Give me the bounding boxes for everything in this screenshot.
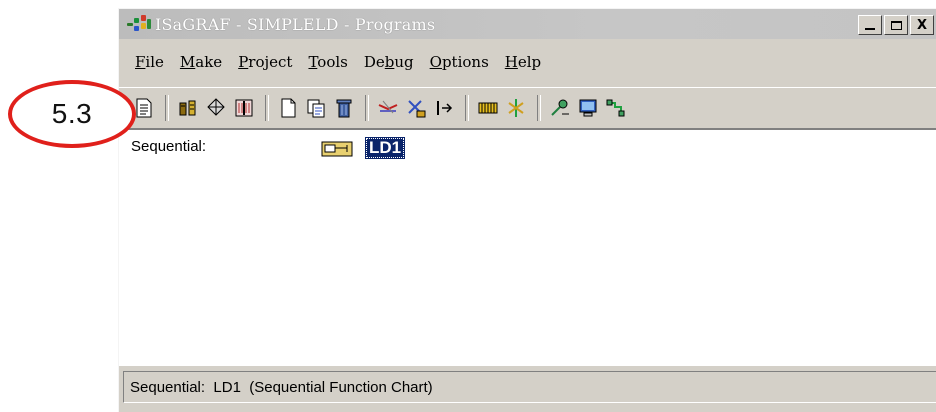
toolbar — [119, 87, 936, 129]
link-icon[interactable] — [605, 97, 627, 119]
menu-make[interactable]: Make — [178, 53, 224, 71]
menu-tools[interactable]: Tools — [306, 53, 349, 71]
title-bar[interactable]: ISaGRAF - SIMPLELD - Programs X — [119, 9, 936, 39]
sfc-program-icon[interactable] — [321, 140, 355, 158]
close-button[interactable]: X — [910, 15, 934, 35]
signal-icon[interactable] — [505, 97, 527, 119]
connect-icon[interactable] — [549, 97, 571, 119]
menu-file[interactable]: File — [133, 53, 166, 71]
io-icon[interactable] — [477, 97, 499, 119]
section-label-sequential: Sequential: — [131, 138, 207, 155]
step-callout: 5.3 — [8, 80, 136, 148]
menu-bar: File Make Project Tools Debug Options He… — [119, 47, 936, 77]
compile-icon[interactable] — [377, 97, 399, 119]
menu-project[interactable]: Project — [236, 53, 294, 71]
step-number: 5.3 — [51, 98, 93, 129]
isagraf-app-icon[interactable] — [127, 14, 153, 34]
delete-icon[interactable] — [333, 97, 355, 119]
page-icon[interactable] — [133, 97, 155, 119]
verify-icon[interactable] — [405, 97, 427, 119]
program-list: Sequential: LD1 — [119, 129, 936, 366]
chart-icon[interactable] — [177, 97, 199, 119]
new-file-icon[interactable] — [277, 97, 299, 119]
menu-debug[interactable]: Debug — [362, 53, 416, 71]
network-icon[interactable] — [205, 97, 227, 119]
maximize-button[interactable] — [884, 15, 908, 35]
copy-icon[interactable] — [305, 97, 327, 119]
minimize-button[interactable] — [858, 15, 882, 35]
menu-help[interactable]: Help — [503, 53, 543, 71]
window-title: ISaGRAF - SIMPLELD - Programs — [155, 14, 436, 34]
isagraf-window: ISaGRAF - SIMPLELD - Programs X File Mak… — [118, 8, 936, 412]
status-bar: Sequential: LD1 (Sequential Function Cha… — [123, 371, 936, 403]
monitor-icon[interactable] — [577, 97, 599, 119]
arrow-icon[interactable] — [433, 97, 455, 119]
program-item-ld1[interactable]: LD1 — [365, 137, 406, 159]
book-icon[interactable] — [233, 97, 255, 119]
menu-options[interactable]: Options — [428, 53, 491, 71]
